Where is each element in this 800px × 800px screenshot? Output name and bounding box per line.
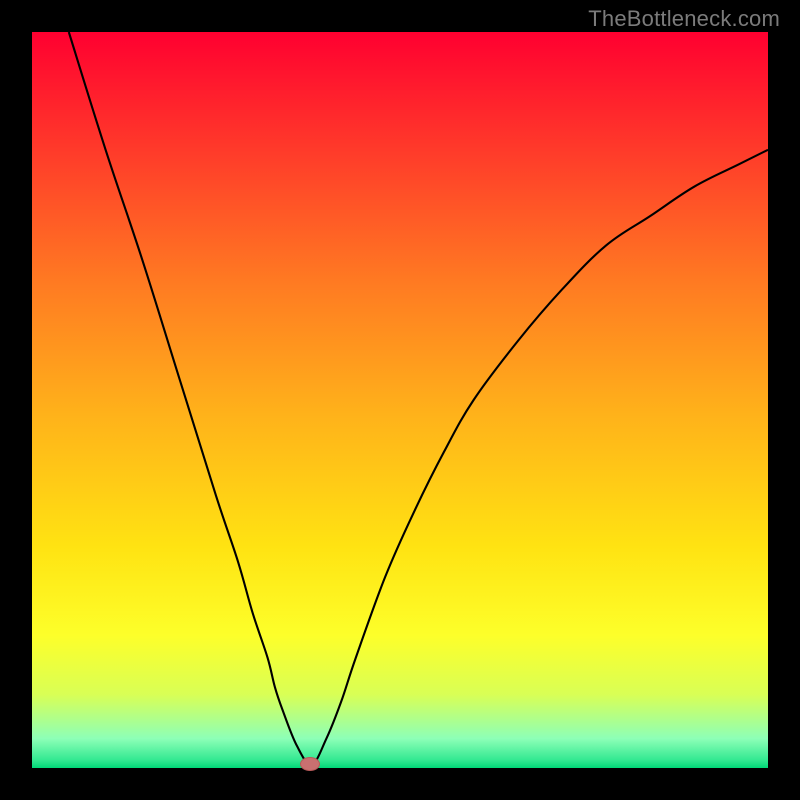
optimal-point-marker [300,757,320,771]
bottleneck-curve [69,32,768,764]
curve-layer [32,32,768,768]
watermark-text: TheBottleneck.com [588,6,780,32]
plot-area [32,32,768,768]
chart-frame: TheBottleneck.com [0,0,800,800]
